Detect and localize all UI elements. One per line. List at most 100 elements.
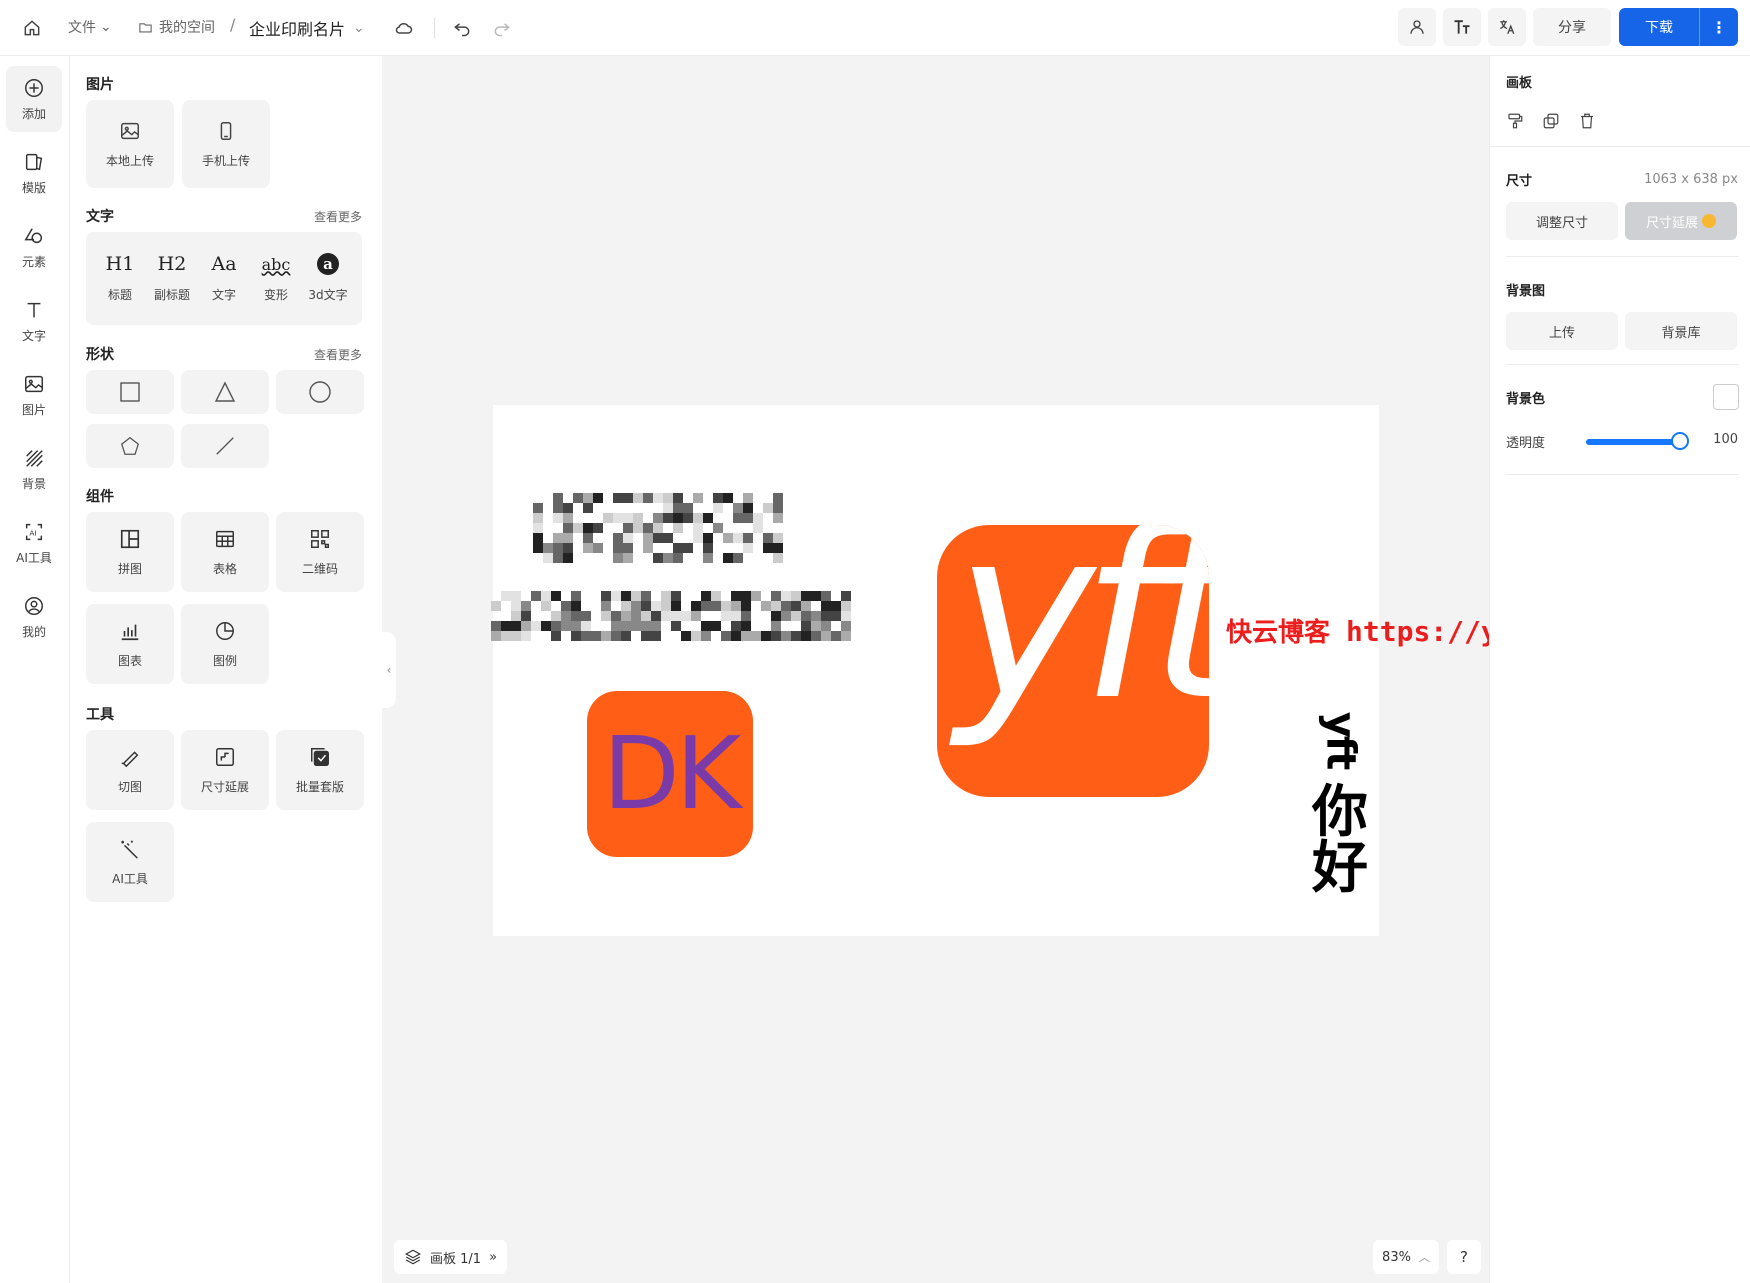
zoom-control[interactable]: 83% ︿ xyxy=(1373,1240,1439,1274)
card-label: 二维码 xyxy=(301,561,338,576)
chevron-down-icon: ⌄ xyxy=(100,19,112,35)
nav-item-ai-tools[interactable]: AI AI工具 xyxy=(6,510,62,576)
text-preset-subheading[interactable]: H2 副标题 xyxy=(146,252,198,303)
text-preset-label: 变形 xyxy=(263,288,288,302)
mosaic-cell xyxy=(671,621,681,631)
nav-item-add[interactable]: 添加 xyxy=(6,66,62,132)
mosaic-cell xyxy=(711,601,721,611)
chevron-down-icon: ⌄ xyxy=(353,20,365,36)
redo-icon[interactable] xyxy=(492,16,516,40)
text-preset-warp[interactable]: abc 变形 xyxy=(250,252,302,303)
panel-divider xyxy=(1490,146,1750,147)
collage-icon xyxy=(120,529,140,548)
format-painter-icon[interactable] xyxy=(1506,112,1526,132)
cut-icon xyxy=(121,750,139,767)
mosaic-cell xyxy=(643,543,653,553)
mosaic-cell xyxy=(703,513,713,523)
mosaic-cell xyxy=(731,621,741,631)
ai-tool-button[interactable]: AI工具 xyxy=(86,822,174,902)
text-preset-body[interactable]: Aa 文字 xyxy=(198,252,250,303)
mosaic-cell xyxy=(553,493,563,503)
yft-logo[interactable]: yft xyxy=(937,525,1209,797)
chart-button[interactable]: 图表 xyxy=(86,604,174,684)
file-menu[interactable]: 文件 ⌄ xyxy=(68,17,112,37)
download-button[interactable]: 下载 ⋮ xyxy=(1619,8,1738,46)
my-space-link[interactable]: 我的空间 xyxy=(138,17,215,37)
cloud-sync-icon[interactable] xyxy=(394,16,418,40)
download-label: 下载 xyxy=(1645,20,1673,36)
text-preset-3d[interactable]: a 3d文字 xyxy=(302,252,354,303)
text-see-more-link[interactable]: 查看更多 xyxy=(314,208,362,225)
help-button[interactable]: ? xyxy=(1447,1240,1481,1274)
mosaic-cell xyxy=(583,543,593,553)
collage-button[interactable]: 拼图 xyxy=(86,512,174,592)
nav-item-image[interactable]: 图片 xyxy=(6,362,62,428)
square-icon[interactable] xyxy=(86,370,174,414)
mosaic-cell xyxy=(811,631,821,641)
mosaic-cell xyxy=(781,601,791,611)
nav-item-text[interactable]: 文字 xyxy=(6,288,62,354)
dk-logo[interactable]: DK xyxy=(587,691,753,857)
download-more-icon[interactable]: ⋮ xyxy=(1700,18,1738,37)
collapse-panel-icon[interactable]: ‹ xyxy=(382,632,396,708)
bg-color-swatch[interactable] xyxy=(1713,384,1739,410)
line-icon[interactable] xyxy=(181,424,269,468)
batch-template-button[interactable]: 批量套版 xyxy=(276,730,364,810)
mosaic-cell xyxy=(741,591,751,601)
mosaic-cell xyxy=(623,533,633,543)
artboard[interactable]: DK yft yft 你 好 xyxy=(491,405,1379,936)
nav-item-template[interactable]: 模版 xyxy=(6,140,62,206)
collaborator-button[interactable] xyxy=(1398,8,1436,46)
panel-divider xyxy=(1506,256,1739,257)
shapes-see-more-link[interactable]: 查看更多 xyxy=(314,346,362,363)
mosaic-cell xyxy=(821,621,831,631)
cut-button[interactable]: 切图 xyxy=(86,730,174,810)
phone-upload-button[interactable]: 手机上传 xyxy=(182,100,270,188)
opacity-slider[interactable] xyxy=(1586,432,1689,450)
share-button[interactable]: 分享 xyxy=(1533,8,1611,46)
pie-icon xyxy=(216,621,234,640)
undo-icon[interactable] xyxy=(452,16,476,40)
upload-bg-button[interactable]: 上传 xyxy=(1506,312,1618,350)
nav-item-background[interactable]: 背景 xyxy=(6,436,62,502)
nav-item-mine[interactable]: 我的 xyxy=(6,584,62,650)
table-button[interactable]: 表格 xyxy=(181,512,269,592)
card-label: AI工具 xyxy=(112,871,148,886)
legend-button[interactable]: 图例 xyxy=(181,604,269,684)
board-switcher[interactable]: 画板 1/1 » xyxy=(394,1240,508,1274)
duplicate-icon[interactable] xyxy=(1542,112,1562,132)
bg-library-button[interactable]: 背景库 xyxy=(1625,312,1737,350)
local-upload-button[interactable]: 本地上传 xyxy=(86,100,174,188)
text-preset-heading[interactable]: H1 标题 xyxy=(94,252,146,303)
card-label: 切图 xyxy=(117,779,142,794)
mosaic-cell xyxy=(671,611,681,621)
user-circle-icon xyxy=(25,596,43,615)
triangle-icon[interactable] xyxy=(181,370,269,414)
mosaic-cell xyxy=(791,611,801,621)
mosaic-cell xyxy=(701,591,711,601)
resize-extend-button[interactable]: 尺寸延展 xyxy=(181,730,269,810)
circle-icon[interactable] xyxy=(276,370,364,414)
resize-button[interactable]: 调整尺寸 xyxy=(1506,202,1618,240)
nav-item-elements[interactable]: 元素 xyxy=(6,214,62,280)
properties-panel: 画板 尺寸 1063 x 638 px 调整尺寸 尺寸延展 背景图 上传 背景库… xyxy=(1489,56,1750,1283)
pentagon-icon[interactable] xyxy=(86,424,174,468)
mosaic-cell xyxy=(621,631,631,641)
delete-icon[interactable] xyxy=(1578,112,1598,132)
translate-icon xyxy=(1499,20,1515,35)
mosaic-cell xyxy=(653,553,663,563)
mosaic-cell xyxy=(551,631,561,641)
extend-size-button[interactable]: 尺寸延展 xyxy=(1625,202,1737,240)
vertical-text[interactable]: yft 你 好 xyxy=(1309,695,1371,923)
document-title[interactable]: 企业印刷名片 ⌄ xyxy=(249,16,365,40)
mosaic-cell xyxy=(703,533,713,543)
qrcode-button[interactable]: 二维码 xyxy=(276,512,364,592)
mosaic-cell xyxy=(543,553,553,563)
font-button[interactable] xyxy=(1443,8,1481,46)
tools-section-title: 工具 xyxy=(86,707,114,723)
home-icon[interactable] xyxy=(22,16,46,40)
mosaic-cell xyxy=(673,523,683,533)
translate-button[interactable] xyxy=(1488,8,1526,46)
mosaic-cell xyxy=(573,493,583,503)
opacity-slider-thumb[interactable] xyxy=(1670,432,1689,450)
